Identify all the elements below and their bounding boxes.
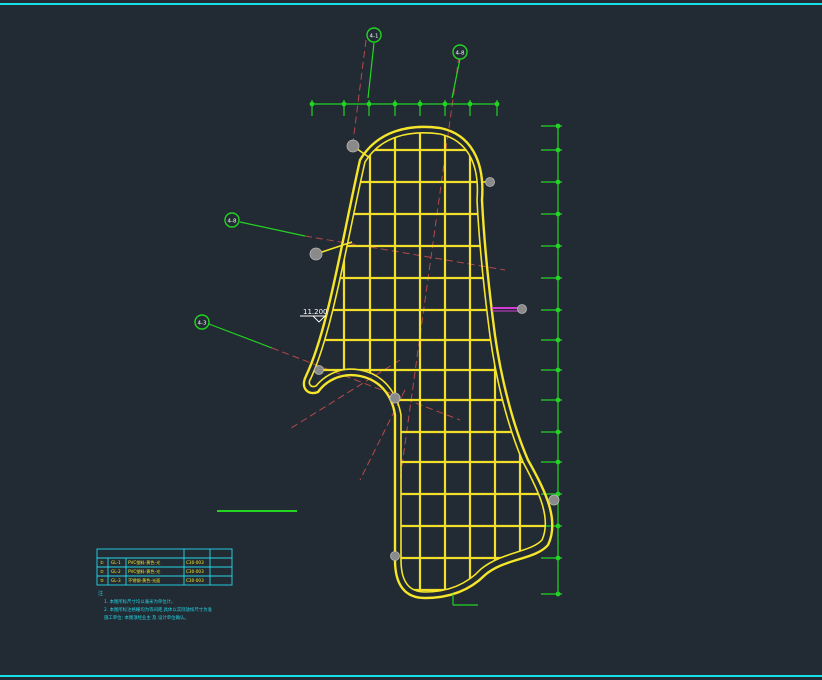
cad-drawing-canvas: 4-1 4-8 4-8 4-3 11.200 ① GL-1 PVC塑料-黄色-光…: [0, 3, 822, 677]
table-cell: GL-3: [111, 578, 121, 583]
top-dimension-line: [309, 100, 500, 116]
callout-b-label: 4-8: [456, 51, 465, 57]
table-cell: PVC塑料-黄色-光: [128, 559, 160, 566]
table-cell: 不锈钢-黄色-光面: [128, 577, 160, 584]
dimension-dot: [555, 211, 561, 217]
dimension-dot: [467, 101, 473, 107]
callout-d-label: 4-3: [198, 321, 207, 327]
dimension-dot: [555, 275, 561, 281]
node-3: [485, 177, 495, 187]
table-cell: C30-003: [186, 578, 204, 583]
shape-outline-outer: [302, 125, 554, 600]
table-cell: GL-1: [111, 560, 121, 565]
dimension-dot: [494, 101, 500, 107]
table-cell: GL-2: [111, 569, 121, 574]
dimension-dot: [555, 491, 561, 497]
elevation-value: 11.200: [303, 308, 328, 316]
notes-line-1: 1. 本图所标尺寸均以毫米为单位计。: [104, 598, 175, 605]
dimension-dot: [392, 101, 398, 107]
callout-c-label: 4-8: [228, 219, 237, 225]
callout-a[interactable]: 4-1: [366, 27, 382, 43]
table-cell: ①: [100, 560, 104, 565]
dimension-dot: [555, 307, 561, 313]
dimension-dot: [555, 123, 561, 129]
table-cell: ②: [100, 569, 104, 574]
node-1: [346, 139, 360, 153]
node-8: [390, 551, 400, 561]
notes-title: 注: [98, 590, 103, 597]
callout-c[interactable]: 4-8: [224, 212, 240, 228]
dimension-dot: [555, 337, 561, 343]
dimension-dot: [555, 243, 561, 249]
table-cell: C30-003: [186, 560, 204, 565]
edge-connectors: [315, 145, 490, 255]
node-7: [548, 494, 560, 506]
node-6: [389, 392, 401, 404]
node-5: [314, 365, 324, 375]
dimension-dot: [442, 101, 448, 107]
dimension-dot: [555, 591, 561, 597]
table-cell: PVC塑料-黄色-光: [128, 568, 160, 575]
node-4: [517, 304, 527, 314]
grating-grid: [309, 132, 546, 593]
dimension-dot: [309, 101, 315, 107]
callout-a-label: 4-1: [370, 34, 379, 40]
dimension-dot: [555, 397, 561, 403]
dimension-dot: [555, 459, 561, 465]
table-cell: ③: [100, 578, 104, 583]
node-2: [309, 247, 323, 261]
dimension-dot: [555, 429, 561, 435]
notes-line-2: 2. 本图所标注格栅均为等间距,具体以实际放样尺寸为准: [104, 606, 213, 613]
elevation-mark: 11.200: [300, 308, 328, 323]
notes-block: 注 1. 本图所标尺寸均以毫米为单位计。 2. 本图所标注格栅均为等间距,具体以…: [98, 590, 213, 621]
drain-nodes: [309, 139, 560, 561]
dimension-dot: [555, 555, 561, 561]
dimension-dot: [341, 101, 347, 107]
notes-line-3: 施工单位: 本图须经业主 及 设计单位确认。: [104, 614, 189, 621]
dimension-dot: [555, 367, 561, 373]
table-cell: C30-003: [186, 569, 204, 574]
dimension-dot: [366, 101, 372, 107]
dimension-dot: [555, 179, 561, 185]
dimension-dot: [555, 523, 561, 529]
callout-d[interactable]: 4-3: [194, 314, 210, 330]
dimension-dot: [555, 147, 561, 153]
dimension-dot: [417, 101, 423, 107]
table-rows: ① GL-1 PVC塑料-黄色-光 C30-003 ② GL-2 PVC塑料-黄…: [100, 559, 204, 584]
callout-b[interactable]: 4-8: [452, 44, 468, 60]
